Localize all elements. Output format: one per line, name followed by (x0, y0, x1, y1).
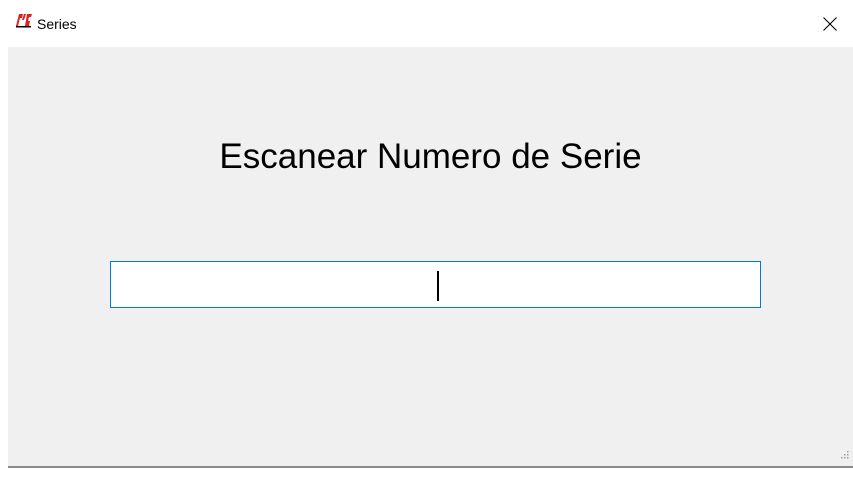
page-title: Escanear Numero de Serie (219, 137, 642, 176)
window-bottom-border (8, 466, 853, 468)
window-title: Series (37, 16, 77, 32)
resize-grip-icon[interactable] (841, 446, 849, 459)
close-icon (823, 16, 837, 31)
close-button[interactable] (807, 0, 853, 47)
app-icon (15, 12, 33, 28)
serial-number-input[interactable] (110, 261, 761, 308)
title-bar[interactable]: Series (0, 0, 853, 47)
text-caret (437, 271, 439, 301)
series-window: Series Escanear Numero de Serie (0, 0, 853, 477)
form-client-area: Escanear Numero de Serie (8, 47, 853, 466)
